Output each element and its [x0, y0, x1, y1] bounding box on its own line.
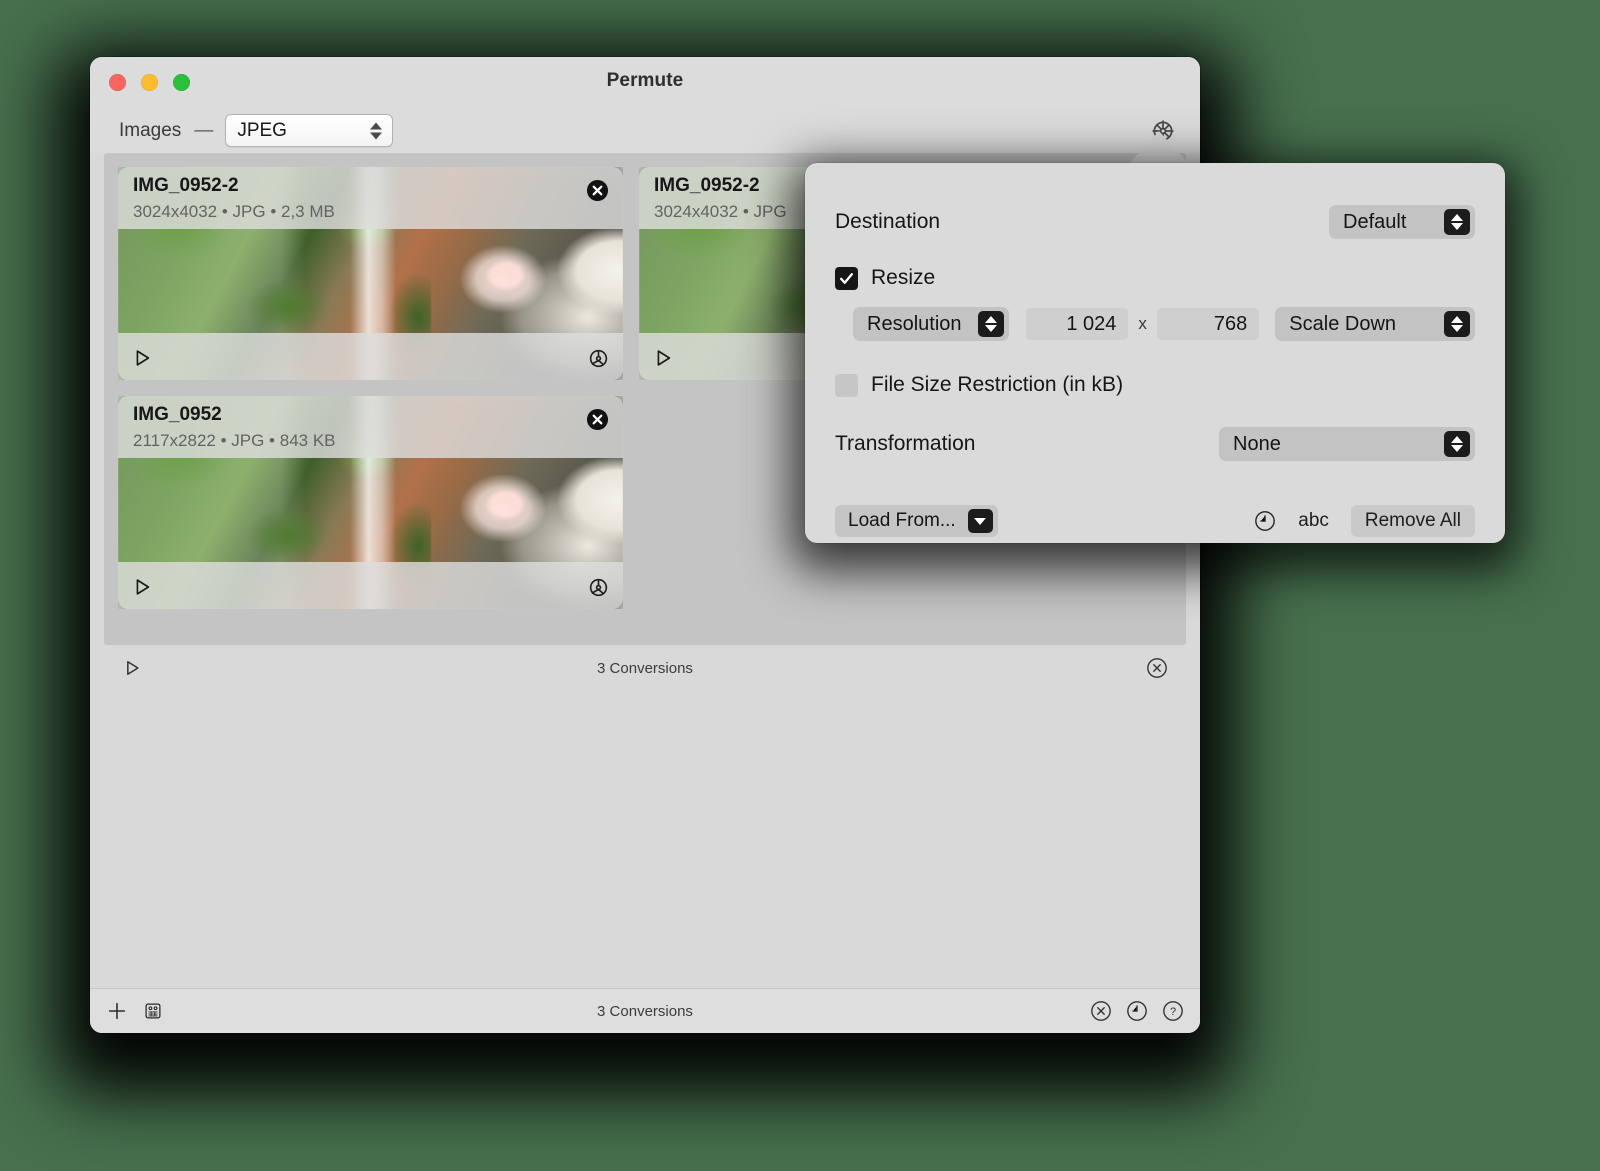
file-size-restriction-label: File Size Restriction (in kB)	[871, 373, 1124, 396]
file-settings-gear-icon[interactable]	[587, 576, 610, 599]
file-name: IMG_0952-2	[654, 175, 760, 196]
scale-mode-value: Scale Down	[1289, 312, 1397, 335]
play-icon[interactable]	[131, 347, 153, 369]
resize-row[interactable]: Resize	[835, 266, 1475, 290]
load-from-label: Load From...	[848, 510, 956, 531]
output-format-select[interactable]: JPEG	[225, 114, 394, 147]
remove-all-button[interactable]: Remove All	[1350, 505, 1475, 537]
file-card[interactable]: IMG_0952-2 3024x4032 • JPG • 2,3 MB	[118, 167, 623, 380]
svg-text:?: ?	[1170, 1006, 1176, 1018]
cancel-circle-icon[interactable]	[1090, 1000, 1112, 1022]
file-name: IMG_0952-2	[133, 175, 239, 196]
resize-height-input[interactable]: 768	[1156, 308, 1260, 340]
resize-checkbox[interactable]	[835, 266, 858, 290]
file-size-restriction-checkbox[interactable]	[835, 373, 858, 397]
bottom-toolbar: 3 Conversions ?	[90, 988, 1200, 1033]
destination-label: Destination	[835, 210, 941, 233]
destination-value: Default	[1343, 210, 1407, 233]
remove-file-icon[interactable]	[586, 179, 609, 202]
resize-mode-value: Resolution	[867, 312, 962, 335]
plus-icon[interactable]	[106, 1000, 128, 1022]
window-title: Permute	[606, 70, 684, 91]
resize-height-value: 768	[1213, 312, 1248, 335]
resize-mode-select[interactable]: Resolution	[853, 307, 1009, 341]
destination-select[interactable]: Default	[1329, 205, 1475, 239]
file-card[interactable]: IMG_0952 2117x2822 • JPG • 843 KB	[118, 396, 623, 609]
conversion-settings-popover: Destination Default Resize Resolution 1 …	[805, 163, 1505, 543]
file-meta: 3024x4032 • JPG	[654, 202, 787, 221]
file-settings-gear-icon[interactable]	[587, 347, 610, 370]
transformation-select[interactable]: None	[1219, 427, 1475, 461]
chevron-updown-icon	[977, 311, 1004, 337]
clock-icon[interactable]	[1126, 1000, 1148, 1022]
robot-icon[interactable]	[142, 1000, 164, 1022]
file-card-footer	[118, 562, 623, 609]
total-conversions-count: 3 Conversions	[597, 1002, 693, 1020]
file-card-footer	[118, 333, 623, 380]
clock-icon[interactable]	[1254, 510, 1276, 532]
play-icon[interactable]	[652, 347, 674, 369]
file-meta: 3024x4032 • JPG • 2,3 MB	[133, 202, 335, 221]
toolbar-separator: —	[194, 119, 214, 141]
cancel-circle-icon[interactable]	[1146, 657, 1168, 679]
chevron-down-icon	[967, 509, 993, 533]
start-queue-play-icon[interactable]	[122, 658, 142, 678]
destination-row: Destination Default	[835, 205, 1475, 239]
sort-alphabetical-button[interactable]: abc	[1298, 510, 1329, 532]
desktop-background: Permute Images — JPEG IMG_0952-2 3024x40…	[0, 0, 1600, 1171]
remove-file-icon[interactable]	[586, 408, 609, 431]
chevron-updown-icon	[370, 122, 383, 139]
resize-width-input[interactable]: 1 024	[1025, 308, 1129, 340]
window-titlebar: Permute	[90, 57, 1200, 108]
transformation-label: Transformation	[835, 432, 976, 455]
popover-arrow	[1128, 131, 1190, 165]
chevron-updown-icon	[1444, 431, 1470, 457]
resize-label: Resize	[871, 266, 936, 289]
output-format-value: JPEG	[237, 119, 287, 141]
category-label: Images	[119, 119, 182, 141]
queue-status-bar: 3 Conversions	[104, 645, 1186, 691]
file-name: IMG_0952	[133, 404, 222, 425]
chevron-updown-icon	[1444, 209, 1470, 235]
queue-conversions-count: 3 Conversions	[597, 659, 693, 677]
file-size-restriction-row[interactable]: File Size Restriction (in kB)	[835, 373, 1475, 397]
play-icon[interactable]	[131, 576, 153, 598]
transformation-row: Transformation None	[835, 427, 1475, 461]
resize-controls-row: Resolution 1 024 x 768 Scale Down	[853, 307, 1475, 341]
load-from-button[interactable]: Load From...	[835, 505, 998, 537]
question-circle-icon[interactable]: ?	[1162, 1000, 1184, 1022]
scale-mode-select[interactable]: Scale Down	[1275, 307, 1475, 341]
transformation-value: None	[1233, 432, 1281, 455]
dimension-separator: x	[1138, 314, 1147, 333]
file-meta: 2117x2822 • JPG • 843 KB	[133, 431, 336, 450]
popover-footer: Load From... abc Remove All	[835, 505, 1475, 537]
format-toolbar: Images — JPEG	[90, 108, 1200, 153]
chevron-updown-icon	[1444, 311, 1470, 337]
resize-width-value: 1 024	[1066, 312, 1117, 335]
